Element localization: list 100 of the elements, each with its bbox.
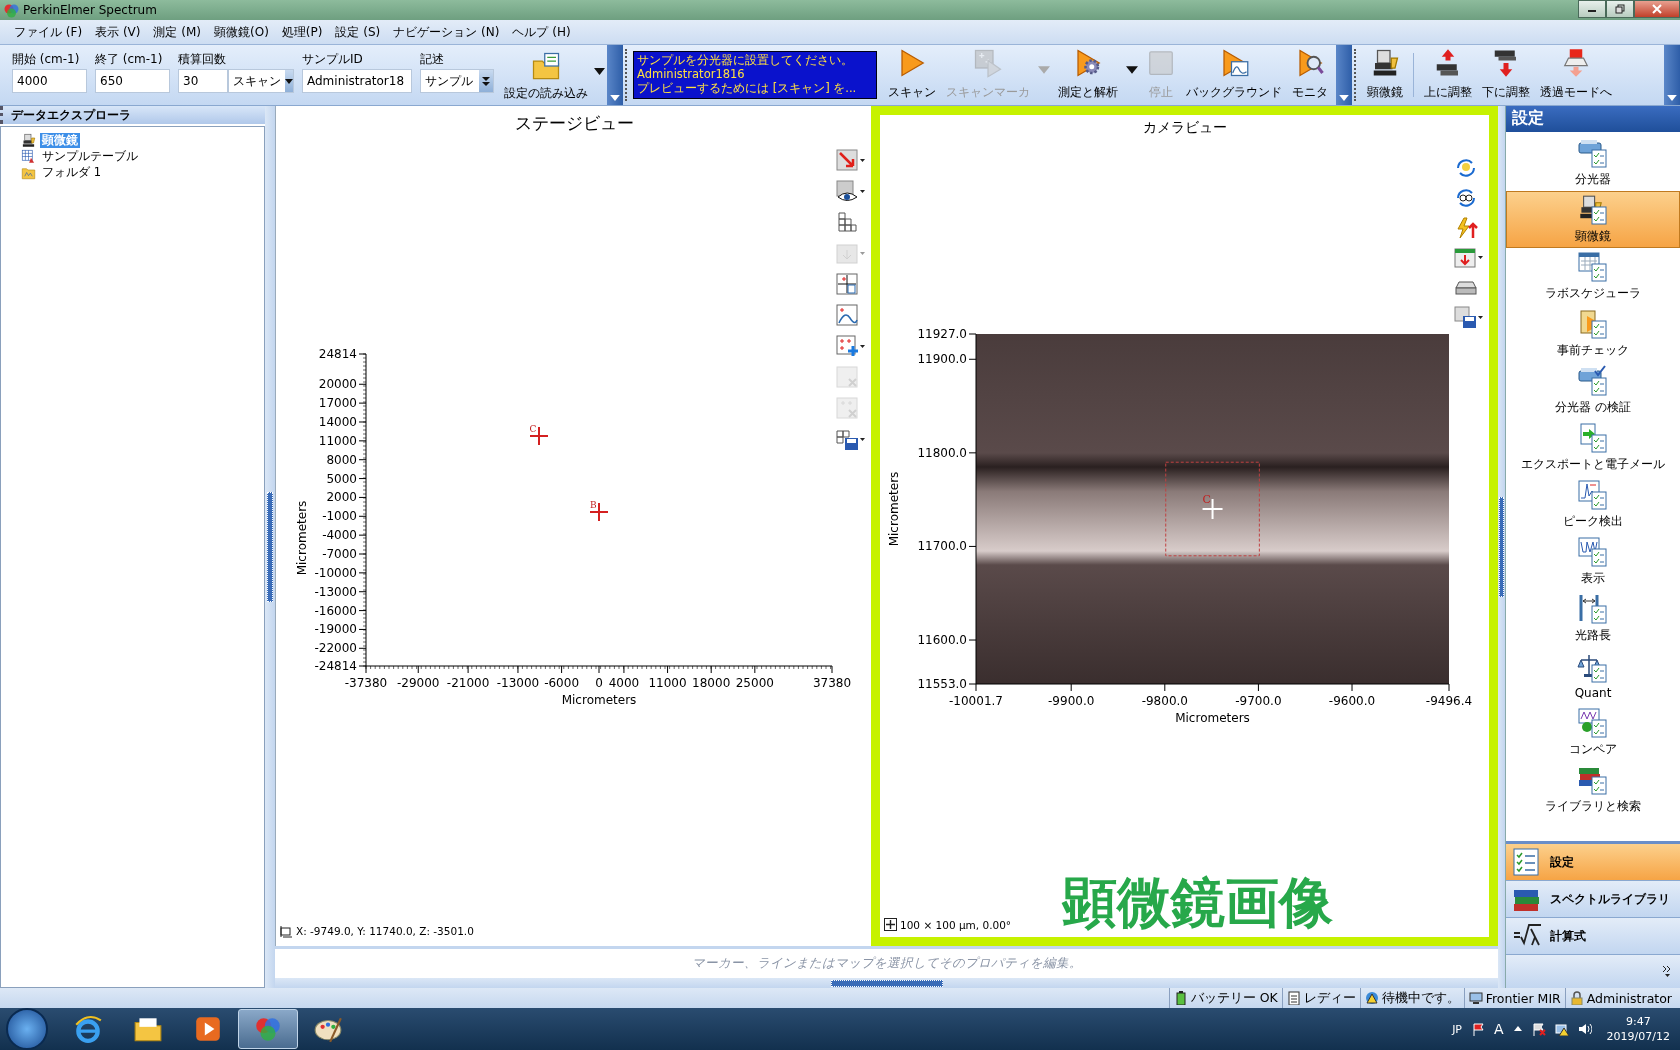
grid-icon[interactable] bbox=[836, 211, 860, 235]
menu-item[interactable]: 処理(P) bbox=[281, 23, 323, 41]
lock-icon bbox=[1569, 991, 1584, 1005]
splitter-handle[interactable] bbox=[830, 979, 943, 987]
settings-item[interactable]: ライブラリと検索 bbox=[1506, 761, 1680, 818]
sample-id-field[interactable]: Administrator18 bbox=[302, 69, 412, 93]
settings-item[interactable]: 顕微鏡 bbox=[1506, 191, 1680, 248]
tick-label: 11900.0 bbox=[917, 352, 967, 367]
tick-label: -13000 bbox=[314, 584, 357, 599]
settings-item[interactable]: エクスポートと電子メール bbox=[1506, 419, 1680, 476]
menu-item[interactable]: ファイル (F) bbox=[14, 23, 83, 41]
ribbon-button[interactable]: バックグラウンド bbox=[1182, 45, 1286, 105]
field-label: 積算回数 bbox=[178, 51, 227, 66]
download-icon[interactable] bbox=[1454, 246, 1484, 270]
tree-item[interactable]: サンプルテーブル bbox=[40, 149, 140, 164]
ribbon-button[interactable]: モニタ bbox=[1288, 45, 1332, 105]
caret-icon[interactable] bbox=[1126, 66, 1138, 74]
navigation-button[interactable]: 計算式 bbox=[1506, 918, 1680, 955]
group-options-button[interactable] bbox=[1336, 45, 1352, 105]
transmission-icon bbox=[1561, 48, 1591, 78]
curve-icon[interactable] bbox=[836, 304, 860, 328]
crosshair-icon[interactable] bbox=[836, 273, 860, 297]
status-item: Frontier MIR bbox=[1485, 990, 1561, 1006]
start-button[interactable] bbox=[6, 1008, 48, 1050]
tick-label: -29000 bbox=[397, 676, 440, 690]
tick-label: 4000 bbox=[608, 676, 640, 690]
tick-label: -13000 bbox=[496, 676, 540, 690]
view-title: ステージビュー bbox=[514, 113, 634, 133]
settings-item[interactable]: コンペア bbox=[1506, 704, 1680, 761]
menu-item[interactable]: 設定 (S) bbox=[335, 23, 381, 41]
tick-label: -9700.0 bbox=[1235, 694, 1282, 708]
status-item: バッテリー OK bbox=[1190, 989, 1278, 1007]
menu-item[interactable]: 表示 (V) bbox=[95, 23, 141, 41]
ribbon-button[interactable]: 上に調整 bbox=[1420, 45, 1476, 105]
load-settings-button[interactable]: 設定の読み込み bbox=[502, 51, 590, 105]
ribbon-button[interactable]: 下に調整 bbox=[1478, 45, 1534, 105]
settings-item[interactable]: 分光器 の検証 bbox=[1506, 362, 1680, 419]
data-point[interactable] bbox=[589, 502, 609, 522]
tree-item[interactable]: フォルダ 1 bbox=[40, 165, 103, 180]
settings-item[interactable]: 光路長 bbox=[1506, 590, 1680, 647]
document-icon bbox=[1286, 991, 1301, 1005]
navigation-button[interactable]: スペクトルライブラリ bbox=[1506, 881, 1680, 918]
compare-chart-icon bbox=[1577, 707, 1609, 739]
settings-item[interactable]: 分光器 bbox=[1506, 134, 1680, 191]
clock[interactable]: 9:47 2019/07/12 bbox=[1606, 1014, 1670, 1044]
settings-item[interactable]: ピーク検出 bbox=[1506, 476, 1680, 533]
settings-item[interactable]: Quant bbox=[1506, 647, 1680, 704]
data-point[interactable] bbox=[529, 426, 549, 446]
start-field[interactable]: 4000 bbox=[12, 69, 87, 93]
minimize-button[interactable] bbox=[1578, 0, 1606, 18]
chevron-icon[interactable] bbox=[1662, 965, 1672, 978]
arrow-icon[interactable] bbox=[836, 149, 866, 173]
axis-title: Micrometers bbox=[887, 471, 901, 547]
ime-indicator[interactable]: A bbox=[1494, 1021, 1504, 1037]
close-button[interactable] bbox=[1634, 0, 1680, 18]
eyes-refresh-icon[interactable] bbox=[1454, 186, 1478, 210]
settings-item[interactable]: ラボスケジューラ bbox=[1506, 248, 1680, 305]
checklist-icon bbox=[1512, 847, 1542, 877]
splitter-handle[interactable] bbox=[1499, 497, 1504, 597]
add-marker-icon[interactable] bbox=[836, 335, 866, 359]
lightning-icon[interactable] bbox=[1454, 216, 1478, 240]
settings-item[interactable]: 表示 bbox=[1506, 533, 1680, 590]
battery-icon bbox=[1173, 991, 1188, 1005]
grid-save-icon[interactable] bbox=[836, 428, 866, 452]
navigation-button[interactable]: 設定 bbox=[1506, 844, 1680, 881]
ribbon-button[interactable]: 透過モードへ bbox=[1536, 45, 1616, 105]
warning-globe-icon bbox=[1364, 991, 1379, 1005]
unit-dropdown[interactable]: スキャン bbox=[228, 69, 294, 93]
description-field[interactable]: サンプル bbox=[420, 69, 494, 93]
bulb-refresh-icon[interactable] bbox=[1454, 156, 1478, 180]
media-player-icon[interactable] bbox=[193, 1014, 223, 1044]
ribbon-button[interactable]: スキャン bbox=[884, 45, 940, 105]
menu-item[interactable]: 顕微鏡(O) bbox=[214, 23, 269, 41]
speaker-icon[interactable] bbox=[1577, 1022, 1592, 1036]
eye-icon[interactable] bbox=[836, 180, 866, 204]
end-field[interactable]: 650 bbox=[95, 69, 170, 93]
caret-up-icon[interactable] bbox=[1512, 1024, 1523, 1034]
splitter-handle[interactable] bbox=[267, 492, 273, 602]
scale-text: 100 × 100 µm, 0.00° bbox=[900, 918, 1012, 931]
flag-icon[interactable] bbox=[1471, 1022, 1485, 1036]
ribbon-button[interactable]: 測定と解析 bbox=[1054, 45, 1122, 105]
menu-item[interactable]: ヘルプ (H) bbox=[512, 23, 571, 41]
settings-item[interactable]: 事前チェック bbox=[1506, 305, 1680, 362]
caret-icon bbox=[610, 95, 620, 101]
group-options-button[interactable] bbox=[1664, 45, 1680, 105]
language-indicator[interactable]: JP bbox=[1452, 1022, 1462, 1036]
group-options-button[interactable] bbox=[607, 45, 623, 105]
save-icon[interactable] bbox=[1454, 306, 1484, 330]
scan-count-field[interactable]: 30 bbox=[178, 69, 228, 93]
network-warning-icon[interactable] bbox=[1554, 1022, 1569, 1036]
action-center-icon[interactable] bbox=[1531, 1022, 1546, 1036]
spectrometer-icon bbox=[1577, 137, 1609, 169]
restore-button[interactable] bbox=[1606, 0, 1634, 18]
panel-title: データエクスプローラ bbox=[0, 106, 265, 124]
menu-item[interactable]: ナビゲーション (N) bbox=[393, 23, 500, 41]
caret-icon[interactable] bbox=[594, 67, 605, 75]
browser-icon[interactable] bbox=[73, 1014, 103, 1044]
calendar-icon bbox=[1577, 251, 1609, 283]
ribbon-button[interactable]: 顕微鏡 bbox=[1363, 45, 1407, 105]
menu-item[interactable]: 測定 (M) bbox=[153, 23, 201, 41]
